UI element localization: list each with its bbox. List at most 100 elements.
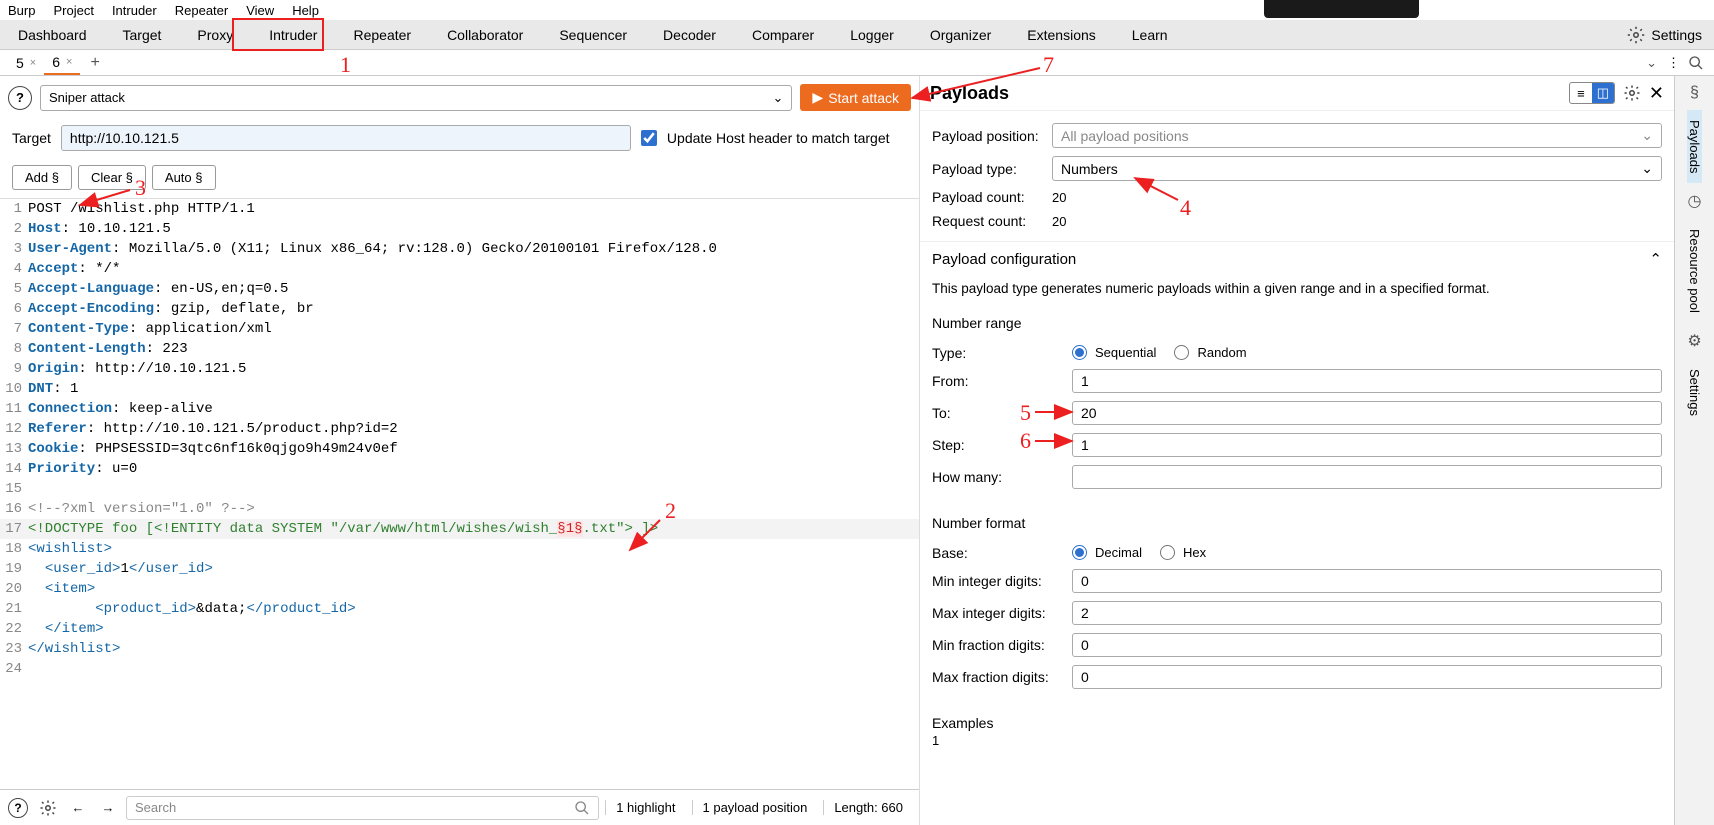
menu-burp[interactable]: Burp: [8, 3, 35, 18]
tab-extensions[interactable]: Extensions: [1009, 20, 1113, 49]
payloads-title: Payloads: [930, 83, 1561, 104]
tab-organizer[interactable]: Organizer: [912, 20, 1009, 49]
menu-help[interactable]: Help: [292, 3, 319, 18]
tab-target[interactable]: Target: [105, 20, 180, 49]
auto-positions-button[interactable]: Auto §: [152, 165, 216, 190]
min-int-input[interactable]: [1072, 569, 1662, 593]
tool-tab-strip: Dashboard Target Proxy Intruder Repeater…: [0, 20, 1714, 50]
payload-type-select[interactable]: Numbers⌄: [1052, 156, 1662, 181]
start-attack-button[interactable]: ▶ Start attack: [800, 84, 911, 111]
payload-position-count: 1 payload position: [692, 800, 818, 815]
max-frac-input[interactable]: [1072, 665, 1662, 689]
intruder-sub-tabs: 5× 6× + ⌄ ⋮: [0, 50, 1714, 76]
gear-icon: [1627, 26, 1645, 44]
payload-position-select[interactable]: All payload positions⌄: [1052, 123, 1662, 148]
menu-intruder[interactable]: Intruder: [112, 3, 157, 18]
close-icon[interactable]: ×: [66, 56, 72, 68]
tab-logger[interactable]: Logger: [832, 20, 912, 49]
payload-count-value: 20: [1052, 190, 1066, 205]
kebab-icon[interactable]: ⋮: [1667, 55, 1680, 71]
close-icon[interactable]: ×: [30, 57, 36, 69]
sequential-radio[interactable]: [1072, 345, 1087, 360]
random-label: Random: [1197, 345, 1246, 360]
rail-settings[interactable]: Settings: [1687, 359, 1702, 426]
cpu-badge: [1264, 0, 1419, 18]
howmany-input[interactable]: [1072, 465, 1662, 489]
section-icon[interactable]: §: [1690, 76, 1699, 110]
tab-dashboard[interactable]: Dashboard: [0, 20, 105, 49]
tab-repeater[interactable]: Repeater: [335, 20, 429, 49]
view-toggle[interactable]: ≡ ◫: [1569, 82, 1615, 104]
menu-view[interactable]: View: [246, 3, 274, 18]
max-int-input[interactable]: [1072, 601, 1662, 625]
forward-icon[interactable]: →: [96, 796, 120, 820]
play-icon: ▶: [812, 89, 823, 106]
sub-tab-6[interactable]: 6×: [44, 50, 80, 75]
close-icon[interactable]: ✕: [1649, 83, 1664, 104]
tab-collaborator[interactable]: Collaborator: [429, 20, 541, 49]
to-label: To:: [932, 405, 1062, 421]
min-frac-input[interactable]: [1072, 633, 1662, 657]
target-label: Target: [12, 130, 51, 146]
menu-project[interactable]: Project: [53, 3, 93, 18]
tab-comparer[interactable]: Comparer: [734, 20, 832, 49]
editor-search-input[interactable]: Search: [126, 796, 599, 820]
clear-positions-button[interactable]: Clear §: [78, 165, 146, 190]
tab-intruder[interactable]: Intruder: [251, 20, 335, 49]
search-icon[interactable]: [1688, 55, 1704, 71]
chevron-down-icon: ⌄: [773, 90, 784, 106]
search-placeholder: Search: [135, 800, 176, 815]
chevron-down-icon: ⌄: [1641, 160, 1653, 177]
payload-count-label: Payload count:: [932, 189, 1042, 205]
sequential-label: Sequential: [1095, 345, 1156, 360]
tab-sequencer[interactable]: Sequencer: [541, 20, 645, 49]
request-editor[interactable]: 1POST /wishlist.php HTTP/1.12Host: 10.10…: [0, 198, 919, 789]
number-range-header: Number range: [920, 309, 1674, 333]
chevron-up-icon: ⌃: [1649, 250, 1662, 268]
gear-icon[interactable]: [1623, 84, 1641, 102]
rail-resource-pool[interactable]: Resource pool: [1687, 219, 1702, 323]
settings-button[interactable]: Settings: [1627, 26, 1714, 44]
tab-decoder[interactable]: Decoder: [645, 20, 734, 49]
number-format-header: Number format: [920, 509, 1674, 533]
decimal-radio[interactable]: [1072, 545, 1087, 560]
min-frac-label: Min fraction digits:: [932, 637, 1062, 653]
gear-icon[interactable]: ⚙: [1687, 323, 1701, 359]
update-host-checkbox[interactable]: [641, 130, 657, 146]
update-host-label: Update Host header to match target: [667, 130, 890, 146]
highlight-count: 1 highlight: [605, 800, 685, 815]
add-position-button[interactable]: Add §: [12, 165, 72, 190]
step-input[interactable]: [1072, 433, 1662, 457]
decimal-label: Decimal: [1095, 545, 1142, 560]
chevron-down-icon[interactable]: ⌄: [1646, 55, 1657, 71]
min-int-label: Min integer digits:: [932, 573, 1062, 589]
to-input[interactable]: [1072, 401, 1662, 425]
example-value: 1: [920, 733, 1674, 758]
side-rail: § Payloads ◷ Resource pool ⚙ Settings: [1674, 76, 1714, 825]
random-radio[interactable]: [1174, 345, 1189, 360]
new-tab-button[interactable]: +: [80, 54, 109, 72]
clock-icon[interactable]: ◷: [1688, 183, 1702, 219]
tab-proxy[interactable]: Proxy: [179, 20, 251, 49]
editor-bottom-bar: ? ← → Search 1 highlight 1 payload posit…: [0, 789, 919, 825]
attack-type-select[interactable]: Sniper attack ⌄: [40, 85, 792, 111]
from-input[interactable]: [1072, 369, 1662, 393]
max-int-label: Max integer digits:: [932, 605, 1062, 621]
gear-icon[interactable]: [36, 796, 60, 820]
hex-radio[interactable]: [1160, 545, 1175, 560]
payload-config-header[interactable]: Payload configuration⌃: [920, 241, 1674, 276]
chevron-down-icon: ⌄: [1641, 127, 1653, 144]
sub-tab-5[interactable]: 5×: [8, 50, 44, 75]
rail-payloads[interactable]: Payloads: [1687, 110, 1702, 183]
menu-repeater[interactable]: Repeater: [175, 3, 228, 18]
list-view-icon[interactable]: ≡: [1570, 83, 1592, 103]
panel-view-icon[interactable]: ◫: [1592, 83, 1614, 103]
help-icon[interactable]: ?: [8, 86, 32, 110]
payload-position-label: Payload position:: [932, 128, 1042, 144]
back-icon[interactable]: ←: [66, 796, 90, 820]
tab-learn[interactable]: Learn: [1114, 20, 1186, 49]
step-label: Step:: [932, 437, 1062, 453]
target-input[interactable]: [61, 125, 631, 151]
base-label: Base:: [932, 545, 1062, 561]
help-icon[interactable]: ?: [6, 796, 30, 820]
